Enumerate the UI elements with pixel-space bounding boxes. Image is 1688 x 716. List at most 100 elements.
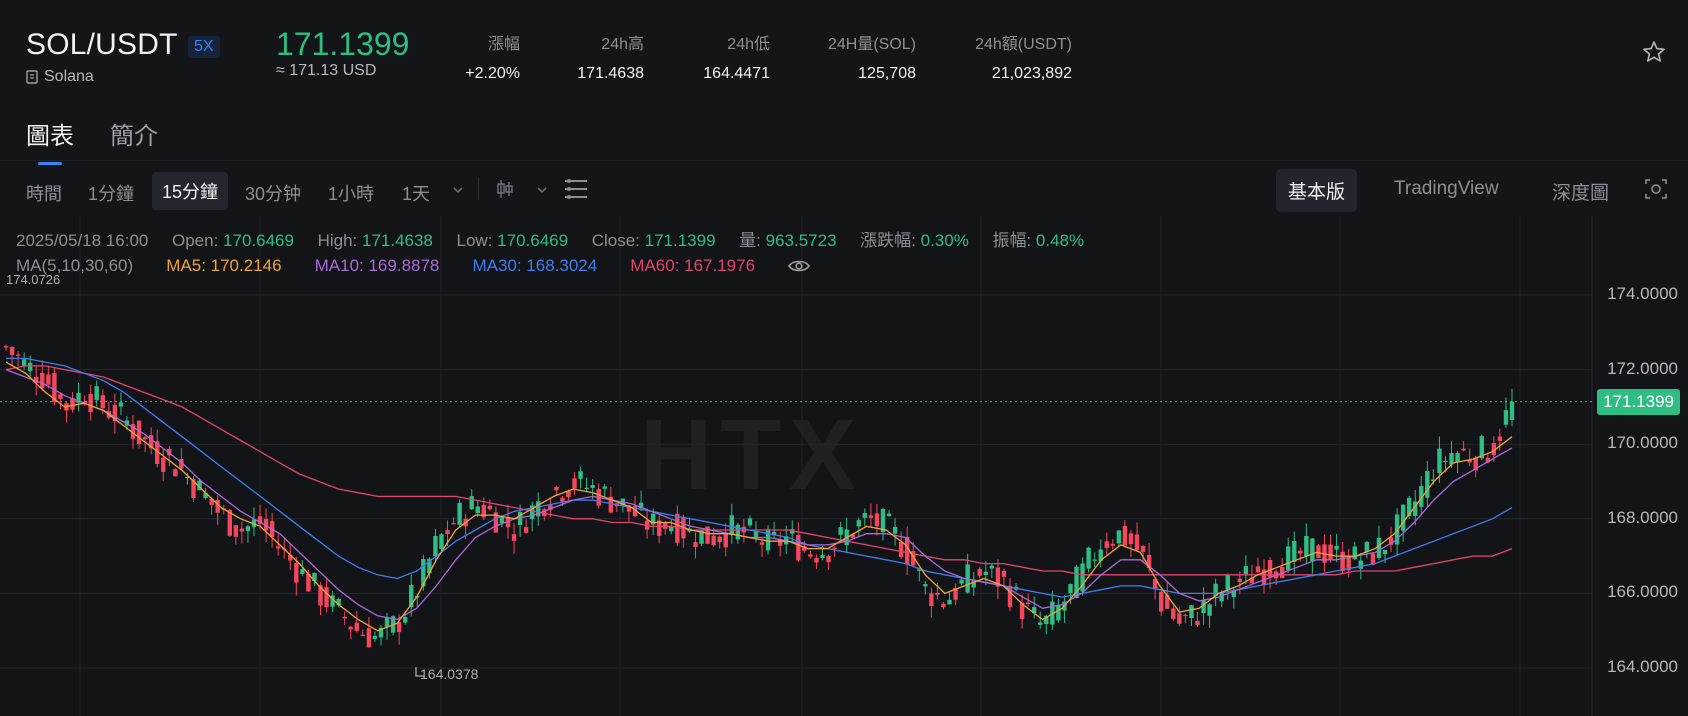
candle-body (1171, 608, 1176, 619)
chart-toolbar: 時間 1分鐘 15分鐘 30分钟 1小時 1天 基本版 TradingView … (0, 168, 1688, 212)
stat-low: 24h低 164.4471 (703, 30, 770, 83)
interval-15m[interactable]: 15分鐘 (152, 172, 229, 210)
candle-body (1122, 525, 1128, 546)
candle-body (402, 617, 408, 623)
candle-body (808, 554, 813, 557)
interval-time[interactable]: 時間 (26, 180, 62, 206)
candle-body (1400, 504, 1406, 531)
info-open: 170.6469 (223, 231, 294, 250)
candle-body (977, 569, 982, 576)
candle-body (1177, 613, 1182, 624)
candle-body (366, 628, 372, 648)
candle-body (511, 534, 517, 541)
candle-body (1286, 546, 1291, 571)
candle-body (324, 587, 329, 608)
view-basic[interactable]: 基本版 (1276, 169, 1358, 212)
indicators-icon[interactable] (564, 178, 588, 200)
price-axis-tick: 174.0000 (1607, 284, 1678, 303)
candle-body (9, 347, 15, 355)
candle-body (1207, 604, 1212, 616)
stat-low-value: 164.4471 (703, 65, 770, 82)
candle-body (118, 402, 124, 407)
price-usd: ≈ 171.13 USD (276, 62, 377, 79)
candle-body (1461, 448, 1466, 451)
candle-body (796, 535, 801, 561)
screenshot-icon[interactable] (1644, 177, 1668, 201)
candle-body (929, 593, 934, 606)
candle-body (1310, 538, 1315, 562)
info-vol-label: 量: (739, 231, 761, 250)
view-tradingview[interactable]: TradingView (1394, 178, 1499, 200)
candle-body (523, 527, 529, 533)
candle-body (275, 546, 281, 549)
interval-30m[interactable]: 30分钟 (245, 180, 301, 206)
stat-change-label: 漲幅 (487, 36, 520, 53)
candle-body (58, 394, 63, 399)
price-axis-tick: 164.0000 (1607, 657, 1678, 676)
candle-body (663, 522, 668, 529)
candle-body (941, 603, 946, 608)
candle-body (27, 362, 33, 371)
candle-body (1358, 560, 1363, 569)
price-axis-tick: 166.0000 (1607, 582, 1678, 602)
kline-chart[interactable] (0, 216, 1688, 716)
candle-body (439, 534, 444, 550)
info-high: 171.4638 (361, 231, 433, 250)
chevron-down-icon[interactable] (452, 186, 464, 194)
divider (0, 160, 1688, 161)
stat-amount-value: 21,023,892 (991, 65, 1072, 82)
candle-body (70, 398, 75, 410)
view-depth[interactable]: 深度圖 (1552, 178, 1609, 205)
candle-body (451, 523, 456, 525)
candlestick-type-icon[interactable] (496, 179, 514, 199)
interval-1h[interactable]: 1小時 (328, 180, 374, 206)
candle-body (1116, 530, 1122, 544)
leverage-badge[interactable]: 5X (188, 36, 220, 58)
stat-amount-label: 24h額(USDT) (975, 36, 1072, 53)
candle-body (826, 555, 831, 563)
document-icon (26, 70, 38, 84)
price-axis-tick: 168.0000 (1607, 507, 1678, 527)
info-close-label: Close: (591, 231, 640, 250)
high-marker: 174.0726 (6, 272, 61, 287)
candle-body (15, 354, 21, 356)
candle-body (729, 515, 734, 536)
eye-icon[interactable] (788, 259, 811, 273)
info-low-label: Low: (456, 231, 493, 250)
current-price-tag: 171.1399 (1597, 388, 1680, 415)
candle-body (1304, 535, 1309, 557)
candle-body (142, 437, 148, 440)
candle-body (88, 393, 93, 413)
candle-body (711, 535, 716, 546)
candle-body (838, 527, 843, 535)
candle-body (3, 346, 9, 348)
candle-body (856, 520, 861, 527)
tab-intro[interactable]: 簡介 (110, 116, 158, 165)
candle-body (1025, 602, 1031, 605)
candle-body (1382, 549, 1388, 555)
interval-1m[interactable]: 1分鐘 (88, 180, 134, 206)
candle-body (1001, 571, 1007, 577)
toolbar-divider (478, 178, 479, 200)
ma-info-bar: MA(5,10,30,60) MA5: 170.2146 MA10: 169.8… (16, 256, 811, 276)
last-price: 171.1399 (276, 26, 410, 62)
chevron-down-icon[interactable] (536, 186, 548, 194)
ma60-line (5, 365, 1513, 576)
stat-volume-label: 24H量(SOL) (827, 36, 916, 53)
tab-chart[interactable]: 圖表 (26, 116, 74, 165)
candle-body (173, 469, 178, 477)
candle-body (554, 486, 559, 491)
info-high-label: High: (317, 231, 358, 250)
candle-body (693, 542, 698, 547)
favorite-star-icon[interactable] (1642, 40, 1666, 64)
interval-1d[interactable]: 1天 (402, 180, 430, 206)
candle-body (1056, 604, 1061, 621)
candle-body (1316, 545, 1321, 558)
candle-body (94, 386, 99, 401)
candle-body (445, 530, 450, 535)
candle-body (717, 536, 722, 543)
candle-body (1128, 533, 1134, 545)
candle-body (433, 535, 438, 557)
candle-body (723, 532, 728, 548)
candle-body (239, 528, 245, 532)
